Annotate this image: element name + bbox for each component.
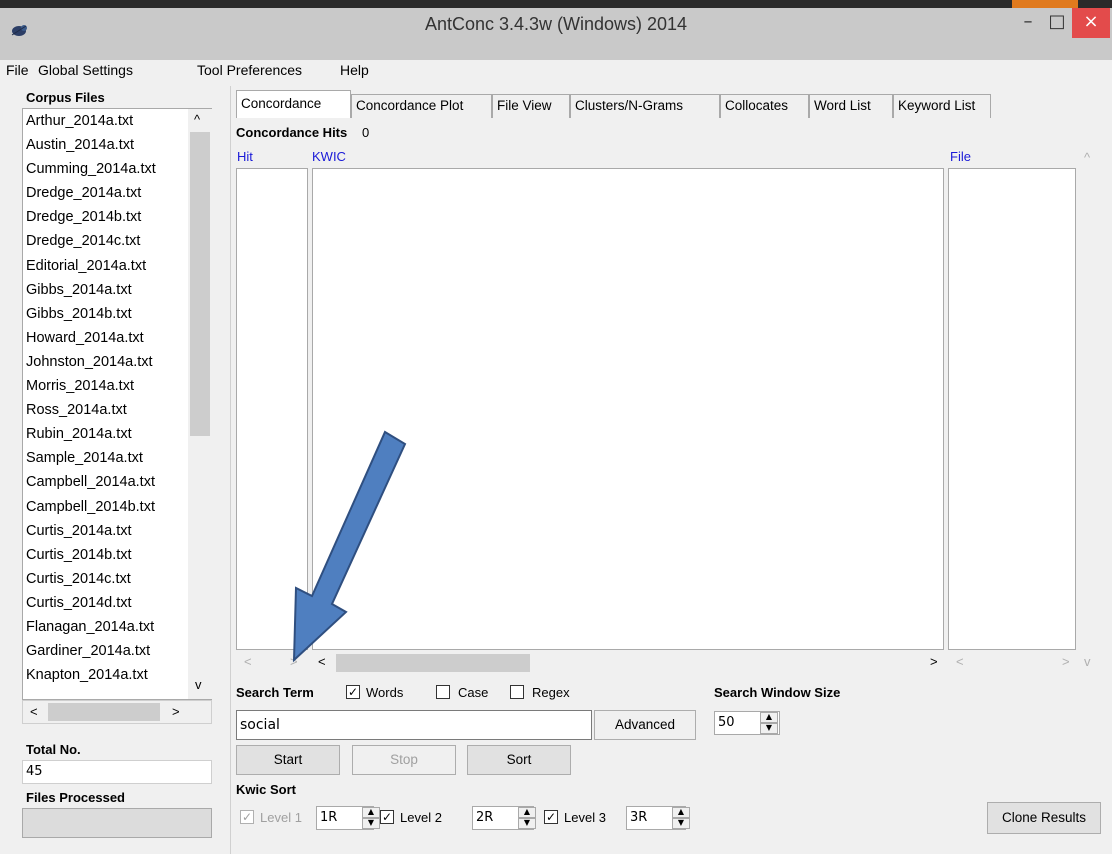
tab-word-list[interactable]: Word List: [809, 94, 893, 118]
corpus-file-item[interactable]: Morris_2014a.txt: [23, 374, 211, 398]
corpus-files-label: Corpus Files: [26, 90, 105, 105]
level2-down-icon[interactable]: ▼: [518, 818, 536, 829]
advanced-button[interactable]: Advanced: [594, 710, 696, 740]
total-no-value: 45: [22, 760, 212, 784]
corpus-file-item[interactable]: Flanagan_2014a.txt: [23, 615, 211, 639]
minimize-button[interactable]: –: [1014, 8, 1042, 38]
case-checkbox[interactable]: [436, 685, 450, 699]
search-term-input[interactable]: social: [236, 710, 592, 740]
level3-up-icon[interactable]: ▲: [672, 807, 690, 818]
corpus-file-item[interactable]: Sample_2014a.txt: [23, 446, 211, 470]
corpus-hscroll-thumb[interactable]: [48, 703, 160, 721]
file-pane[interactable]: [948, 168, 1076, 650]
corpus-file-item[interactable]: Howard_2014a.txt: [23, 326, 211, 350]
corpus-file-item[interactable]: Campbell_2014a.txt: [23, 470, 211, 494]
total-no-label: Total No.: [26, 742, 81, 757]
corpus-file-item[interactable]: Ross_2014a.txt: [23, 398, 211, 422]
window-title: AntConc 3.4.3w (Windows) 2014: [424, 14, 688, 34]
file-scroll-left-icon[interactable]: <: [956, 654, 964, 669]
panel-divider: [230, 86, 231, 854]
tab-clusters-ngrams[interactable]: Clusters/N-Grams: [570, 94, 720, 118]
file-vertical-scrollbar[interactable]: [1078, 148, 1100, 662]
concordance-hits-label: Concordance Hits: [236, 125, 348, 140]
level2-label: Level 2: [400, 810, 442, 825]
words-label: Words: [366, 685, 404, 700]
hit-column-header[interactable]: Hit: [237, 149, 253, 164]
level1-checkbox[interactable]: ✓: [240, 810, 254, 824]
menu-tool-preferences[interactable]: Tool Preferences: [197, 62, 302, 78]
corpus-file-item[interactable]: Knapton_2014a.txt: [23, 663, 211, 687]
level3-label: Level 3: [564, 810, 606, 825]
corpus-file-item[interactable]: Dredge_2014c.txt: [23, 229, 211, 253]
level1-label: Level 1: [260, 810, 302, 825]
kwic-sort-label: Kwic Sort: [236, 782, 296, 797]
corpus-file-item[interactable]: Curtis_2014a.txt: [23, 519, 211, 543]
corpus-file-item[interactable]: Dredge_2014a.txt: [23, 181, 211, 205]
corpus-file-item[interactable]: Curtis_2014c.txt: [23, 567, 211, 591]
level3-checkbox[interactable]: ✓: [544, 810, 558, 824]
corpus-file-item[interactable]: Gibbs_2014a.txt: [23, 278, 211, 302]
hit-scroll-left-icon[interactable]: <: [244, 654, 252, 669]
sort-button[interactable]: Sort: [467, 745, 571, 775]
scroll-left-icon[interactable]: <: [30, 704, 38, 719]
file-column-header[interactable]: File: [950, 149, 971, 164]
corpus-file-item[interactable]: Curtis_2014d.txt: [23, 591, 211, 615]
level2-up-icon[interactable]: ▲: [518, 807, 536, 818]
scroll-down-icon[interactable]: v: [195, 677, 202, 692]
close-button[interactable]: ×: [1072, 8, 1110, 38]
desktop-strip: [0, 0, 1112, 8]
level1-up-icon[interactable]: ▲: [362, 807, 380, 818]
scroll-up-icon[interactable]: ^: [194, 112, 200, 127]
search-window-size-label: Search Window Size: [714, 685, 841, 700]
file-scroll-right-icon[interactable]: >: [1062, 654, 1070, 669]
corpus-file-item[interactable]: Rubin_2014a.txt: [23, 422, 211, 446]
kwic-column-header[interactable]: KWIC: [312, 149, 346, 164]
tab-concordance[interactable]: Concordance: [236, 90, 351, 118]
menu-help[interactable]: Help: [340, 62, 369, 78]
corpus-file-item[interactable]: Dredge_2014b.txt: [23, 205, 211, 229]
file-scroll-up-icon[interactable]: ^: [1084, 150, 1090, 165]
scroll-right-icon[interactable]: >: [172, 704, 180, 719]
corpus-file-item[interactable]: Curtis_2014b.txt: [23, 543, 211, 567]
corpus-file-item[interactable]: Gibbs_2014b.txt: [23, 302, 211, 326]
corpus-file-item[interactable]: Gardiner_2014a.txt: [23, 639, 211, 663]
concordance-hits-value: 0: [362, 125, 370, 140]
file-scroll-down-icon[interactable]: v: [1084, 654, 1091, 669]
menu-global-settings[interactable]: Global Settings: [38, 62, 133, 78]
maximize-button[interactable]: □: [1042, 8, 1072, 38]
annotation-arrow-icon: [292, 430, 407, 663]
clone-results-button[interactable]: Clone Results: [987, 802, 1101, 834]
start-button[interactable]: Start: [236, 745, 340, 775]
menu-bar: [0, 60, 1112, 84]
stop-button[interactable]: Stop: [352, 745, 456, 775]
tab-concordance-plot[interactable]: Concordance Plot: [351, 94, 492, 118]
files-processed-progress: [22, 808, 212, 838]
regex-label: Regex: [532, 685, 570, 700]
corpus-file-item[interactable]: Editorial_2014a.txt: [23, 254, 211, 278]
tab-file-view[interactable]: File View: [492, 94, 570, 118]
files-processed-label: Files Processed: [26, 790, 125, 805]
corpus-scroll-thumb[interactable]: [190, 132, 210, 436]
corpus-file-item[interactable]: Austin_2014a.txt: [23, 133, 211, 157]
level1-down-icon[interactable]: ▼: [362, 818, 380, 829]
corpus-file-item[interactable]: Cumming_2014a.txt: [23, 157, 211, 181]
words-checkbox[interactable]: ✓: [346, 685, 360, 699]
tab-keyword-list[interactable]: Keyword List: [893, 94, 991, 118]
menu-file[interactable]: File: [6, 62, 29, 78]
corpus-file-item[interactable]: Campbell_2014b.txt: [23, 495, 211, 519]
level2-checkbox[interactable]: ✓: [380, 810, 394, 824]
search-term-label: Search Term: [236, 685, 314, 700]
kwic-scroll-right-icon[interactable]: >: [930, 654, 938, 669]
level3-down-icon[interactable]: ▼: [672, 818, 690, 829]
corpus-file-list[interactable]: Arthur_2014a.txt Austin_2014a.txt Cumming_…: [22, 108, 212, 700]
case-label: Case: [458, 685, 489, 700]
window-size-down-icon[interactable]: ▼: [760, 723, 778, 734]
corpus-file-item[interactable]: Arthur_2014a.txt: [23, 109, 211, 133]
corpus-file-item[interactable]: Johnston_2014a.txt: [23, 350, 211, 374]
tab-collocates[interactable]: Collocates: [720, 94, 809, 118]
window-size-up-icon[interactable]: ▲: [760, 712, 778, 723]
regex-checkbox[interactable]: [510, 685, 524, 699]
